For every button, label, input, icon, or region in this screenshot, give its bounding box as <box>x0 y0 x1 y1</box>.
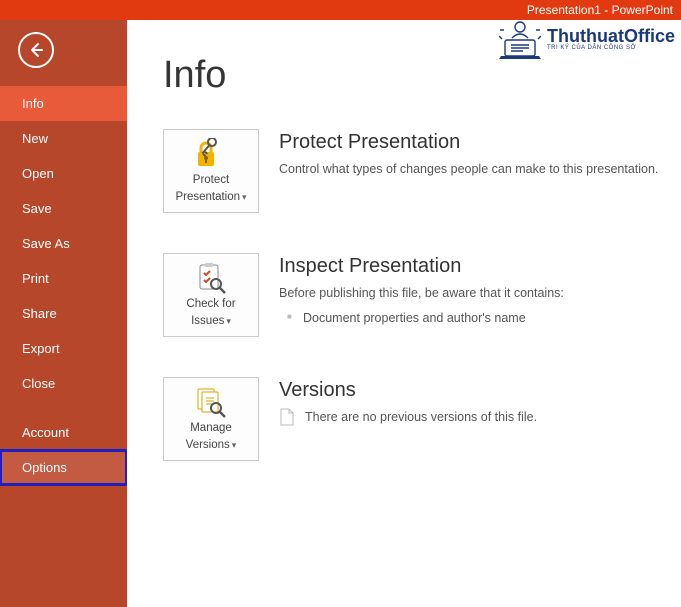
sidebar-item-label: Options <box>22 460 67 475</box>
sidebar-item-label: Close <box>22 376 55 391</box>
tile-label: Presentation <box>175 191 240 203</box>
sidebar-item-print[interactable]: Print <box>0 261 127 296</box>
title-bar: Presentation1 - PowerPoint <box>0 0 681 20</box>
sidebar-item-label: Account <box>22 425 69 440</box>
protect-heading: Protect Presentation <box>279 131 659 154</box>
manage-versions-button[interactable]: Manage Versions <box>163 377 259 461</box>
inspect-issue-item: Document properties and author's name <box>279 308 659 328</box>
sidebar-item-export[interactable]: Export <box>0 331 127 366</box>
versions-icon <box>194 385 228 419</box>
sidebar-item-close[interactable]: Close <box>0 366 127 401</box>
document-icon <box>279 408 295 426</box>
sidebar-item-save-as[interactable]: Save As <box>0 226 127 261</box>
sidebar-item-new[interactable]: New <box>0 121 127 156</box>
sidebar-item-info[interactable]: Info <box>0 86 127 121</box>
sidebar-item-label: Export <box>22 341 60 356</box>
info-page: Info <box>127 20 681 607</box>
check-for-issues-button[interactable]: Check for Issues <box>163 253 259 337</box>
sidebar-item-open[interactable]: Open <box>0 156 127 191</box>
versions-heading: Versions <box>279 379 659 402</box>
sidebar-item-share[interactable]: Share <box>0 296 127 331</box>
sidebar-item-label: Save <box>22 201 52 216</box>
backstage-sidebar: Info New Open Save Save As Print Share E… <box>0 20 127 607</box>
tile-label: Check for <box>186 298 235 310</box>
inspect-section: Check for Issues Inspect Presentation Be… <box>163 253 661 337</box>
sidebar-item-save[interactable]: Save <box>0 191 127 226</box>
lock-key-icon <box>194 137 228 171</box>
page-title: Info <box>163 54 661 97</box>
sidebar-item-label: Open <box>22 166 54 181</box>
tile-label: Manage <box>190 422 232 434</box>
inspect-description: Before publishing this file, be aware th… <box>279 284 659 302</box>
protect-description: Control what types of changes people can… <box>279 160 659 178</box>
inspect-heading: Inspect Presentation <box>279 255 659 278</box>
back-button[interactable] <box>18 32 54 68</box>
sidebar-item-label: Print <box>22 271 49 286</box>
window-title: Presentation1 - PowerPoint <box>527 0 673 20</box>
tile-label: Versions <box>186 439 230 451</box>
check-issues-icon <box>194 261 228 295</box>
protect-section: Protect Presentation Protect Presentatio… <box>163 129 661 213</box>
sidebar-item-label: Save As <box>22 236 70 251</box>
versions-description: There are no previous versions of this f… <box>305 408 537 426</box>
back-arrow-icon <box>27 41 45 59</box>
protect-presentation-button[interactable]: Protect Presentation <box>163 129 259 213</box>
sidebar-item-label: Share <box>22 306 57 321</box>
sidebar-item-label: Info <box>22 96 44 111</box>
sidebar-item-label: New <box>22 131 48 146</box>
sidebar-item-options[interactable]: Options <box>0 450 127 485</box>
tile-label: Issues <box>191 315 224 327</box>
sidebar-item-account[interactable]: Account <box>0 415 127 450</box>
versions-section: Manage Versions Versions There are no pr… <box>163 377 661 461</box>
tile-label: Protect <box>193 174 229 186</box>
